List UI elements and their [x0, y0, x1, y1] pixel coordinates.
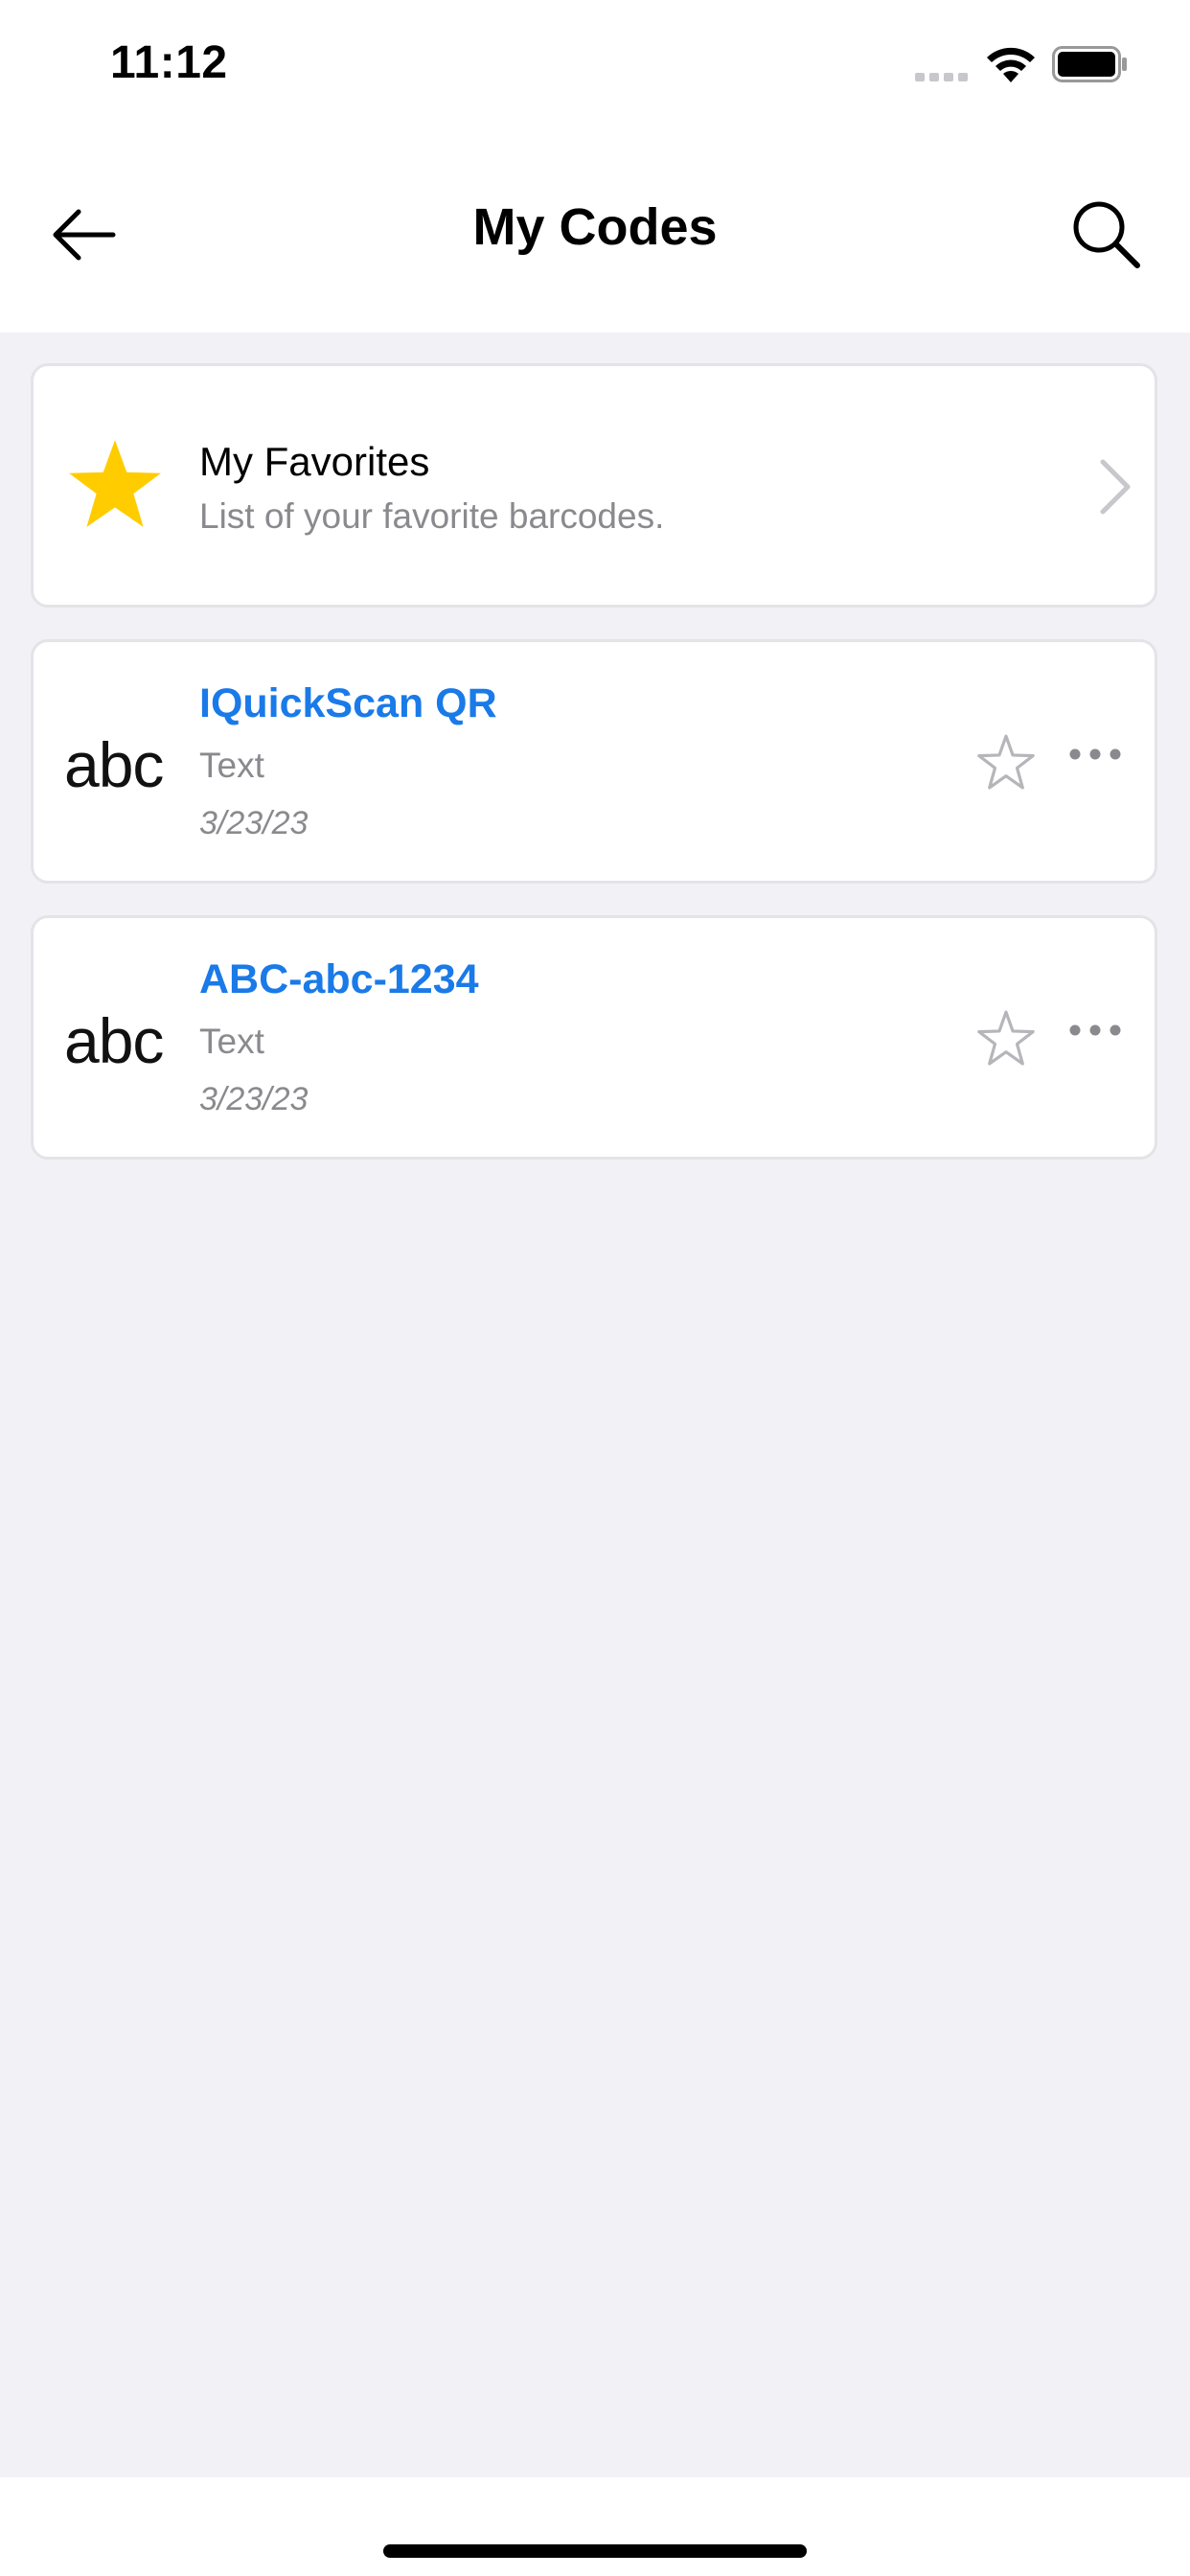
code-title: IQuickScan QR: [199, 680, 497, 726]
wifi-icon: [987, 47, 1035, 82]
more-options-icon[interactable]: [1068, 1024, 1122, 1037]
star-outline-icon[interactable]: [975, 732, 1037, 792]
more-options-icon[interactable]: [1068, 748, 1122, 761]
page-title: My Codes: [472, 198, 718, 256]
code-date: 3/23/23: [199, 805, 309, 841]
star-outline-icon[interactable]: [975, 1008, 1037, 1068]
bottom-bar: [0, 2477, 1190, 2576]
code-list-item[interactable]: abc IQuickScan QR Text 3/23/23: [31, 639, 1157, 884]
search-icon: [1073, 201, 1140, 268]
text-type-icon: abc: [64, 729, 164, 800]
code-title: ABC-abc-1234: [199, 956, 479, 1002]
code-type: Text: [199, 1022, 264, 1061]
status-bar: 11:12: [0, 0, 1190, 134]
battery-icon: [1052, 46, 1127, 82]
code-date: 3/23/23: [199, 1081, 309, 1117]
favorites-subtitle: List of your favorite barcodes.: [199, 496, 665, 536]
home-indicator[interactable]: [383, 2544, 807, 2558]
cellular-signal-icon: [915, 73, 968, 81]
favorites-card[interactable]: My Favorites List of your favorite barco…: [31, 363, 1157, 608]
star-filled-icon: [69, 440, 161, 527]
code-list-item[interactable]: abc ABC-abc-1234 Text 3/23/23: [31, 915, 1157, 1160]
search-button[interactable]: [1068, 196, 1145, 273]
favorites-title: My Favorites: [199, 439, 430, 484]
status-time: 11:12: [110, 37, 228, 88]
code-type: Text: [199, 746, 264, 785]
chevron-right-icon: [1100, 459, 1131, 515]
navigation-bar: My Codes: [0, 134, 1190, 333]
text-type-icon: abc: [64, 1005, 164, 1076]
